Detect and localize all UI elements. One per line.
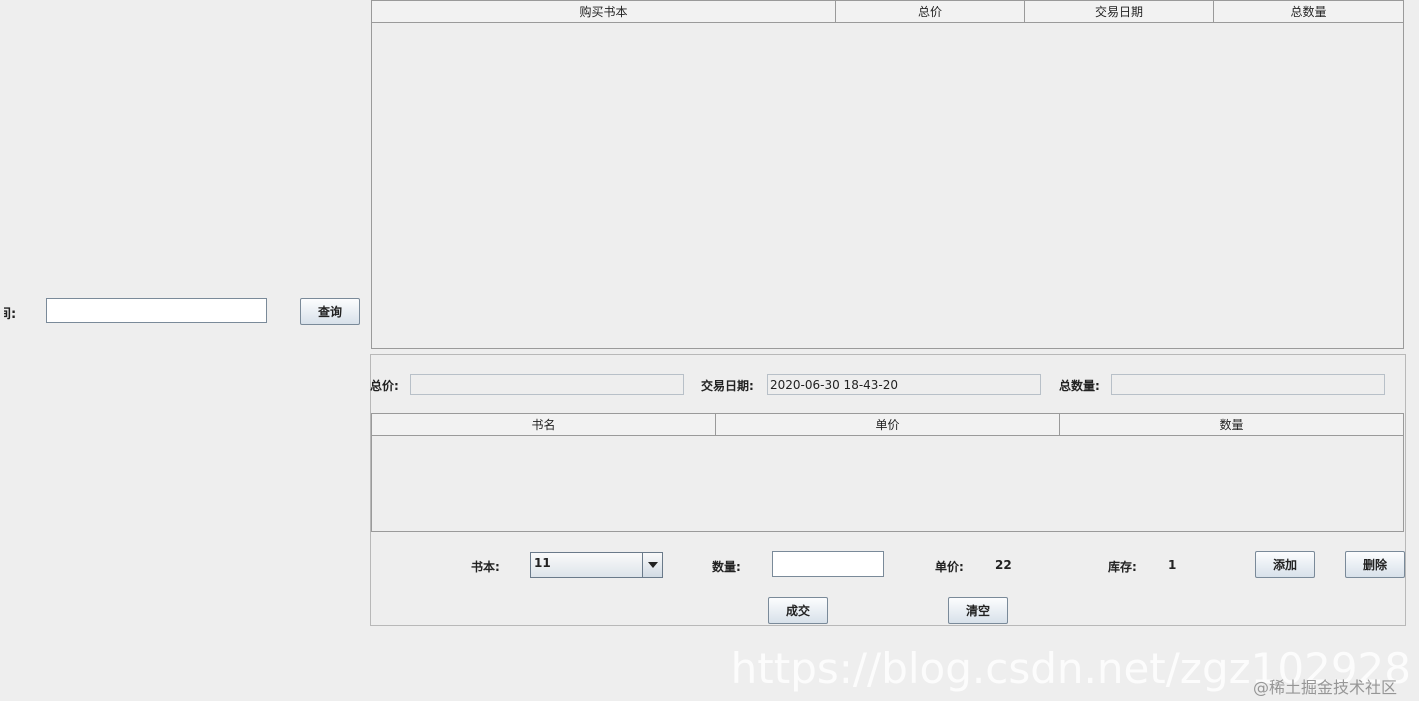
unit-price-label: 单价: bbox=[935, 560, 964, 574]
column-header-trade-date[interactable]: 交易日期 bbox=[1025, 1, 1214, 22]
column-header-total-qty[interactable]: 总数量 bbox=[1214, 1, 1403, 22]
trade-date-label: 交易日期: bbox=[701, 379, 754, 393]
book-select[interactable]: 11 bbox=[530, 552, 663, 578]
stock-label: 库存: bbox=[1108, 560, 1137, 574]
unit-price-value: 22 bbox=[995, 558, 1012, 572]
search-input[interactable] bbox=[46, 298, 267, 323]
column-header-total-price[interactable]: 总价 bbox=[836, 1, 1025, 22]
book-label: 书本: bbox=[471, 560, 500, 574]
book-select-value: 11 bbox=[534, 556, 551, 570]
confirm-deal-button[interactable]: 成交 bbox=[768, 597, 828, 624]
column-header-books[interactable]: 购买书本 bbox=[372, 1, 836, 22]
column-header-book-name[interactable]: 书名 bbox=[372, 414, 716, 435]
quantity-label: 数量: bbox=[712, 560, 741, 574]
column-header-quantity[interactable]: 数量 bbox=[1060, 414, 1403, 435]
orders-table-header: 购买书本 总价 交易日期 总数量 bbox=[372, 1, 1403, 23]
column-header-unit-price[interactable]: 单价 bbox=[716, 414, 1060, 435]
total-qty-label: 总数量: bbox=[1059, 379, 1100, 393]
items-table[interactable]: 书名 单价 数量 bbox=[371, 413, 1404, 532]
query-button[interactable]: 查询 bbox=[300, 298, 360, 325]
search-field-label: 间: bbox=[0, 307, 17, 322]
total-price-label: 总价: bbox=[370, 379, 399, 393]
community-watermark: @稀土掘金技术社区 bbox=[1253, 678, 1398, 697]
delete-button[interactable]: 删除 bbox=[1345, 551, 1405, 578]
chevron-down-icon[interactable] bbox=[642, 553, 662, 577]
quantity-input[interactable] bbox=[772, 551, 884, 577]
add-button[interactable]: 添加 bbox=[1255, 551, 1315, 578]
items-table-header: 书名 单价 数量 bbox=[372, 414, 1403, 436]
clear-button[interactable]: 清空 bbox=[948, 597, 1008, 624]
stock-value: 1 bbox=[1168, 558, 1177, 572]
trade-date-field[interactable] bbox=[767, 374, 1041, 395]
total-qty-field[interactable] bbox=[1111, 374, 1385, 395]
items-table-body[interactable] bbox=[372, 436, 1403, 531]
total-price-field[interactable] bbox=[410, 374, 684, 395]
orders-table[interactable]: 购买书本 总价 交易日期 总数量 bbox=[371, 0, 1404, 349]
orders-table-body[interactable] bbox=[372, 23, 1403, 348]
